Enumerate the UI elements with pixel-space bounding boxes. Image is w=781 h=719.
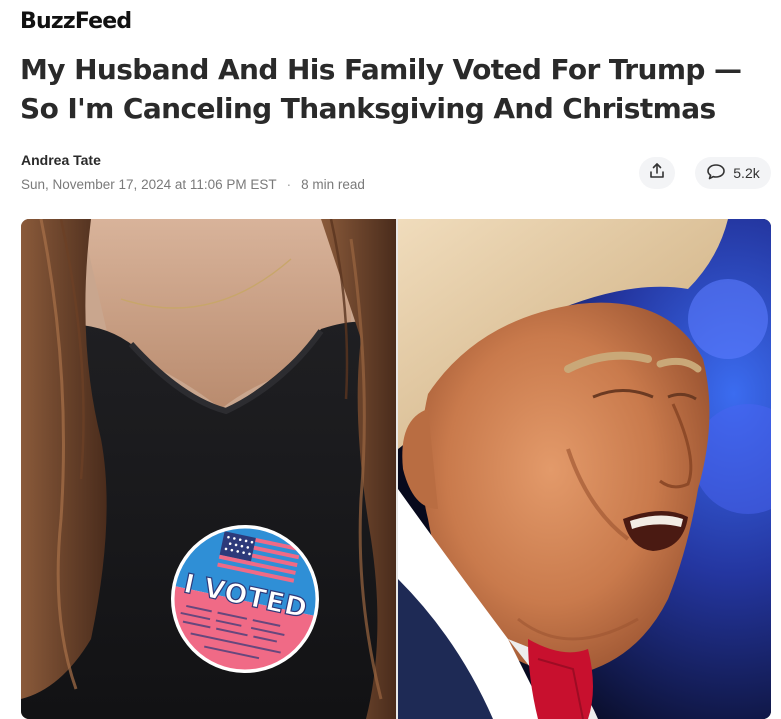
- hero-image-voter: I VOTED: [21, 219, 396, 719]
- article-meta: Sun, November 17, 2024 at 11:06 PM EST ·…: [21, 177, 365, 192]
- share-button[interactable]: [639, 157, 675, 189]
- meta-separator: ·: [286, 177, 292, 192]
- hero-image-trump: [398, 219, 771, 719]
- comments-button[interactable]: 5.2k: [695, 157, 771, 189]
- article-headline: My Husband And His Family Voted For Trum…: [20, 53, 742, 125]
- publish-date: Sun, November 17, 2024 at 11:06 PM EST: [21, 177, 277, 192]
- author-name[interactable]: Andrea Tate: [21, 152, 101, 168]
- hero-image[interactable]: I VOTED: [21, 219, 771, 719]
- speech-bubble-icon: [706, 163, 726, 184]
- read-time: 8 min read: [301, 177, 365, 192]
- share-icon: [648, 162, 666, 185]
- buzzfeed-logo[interactable]: BuzzFeed: [20, 9, 132, 34]
- comment-count: 5.2k: [733, 165, 760, 181]
